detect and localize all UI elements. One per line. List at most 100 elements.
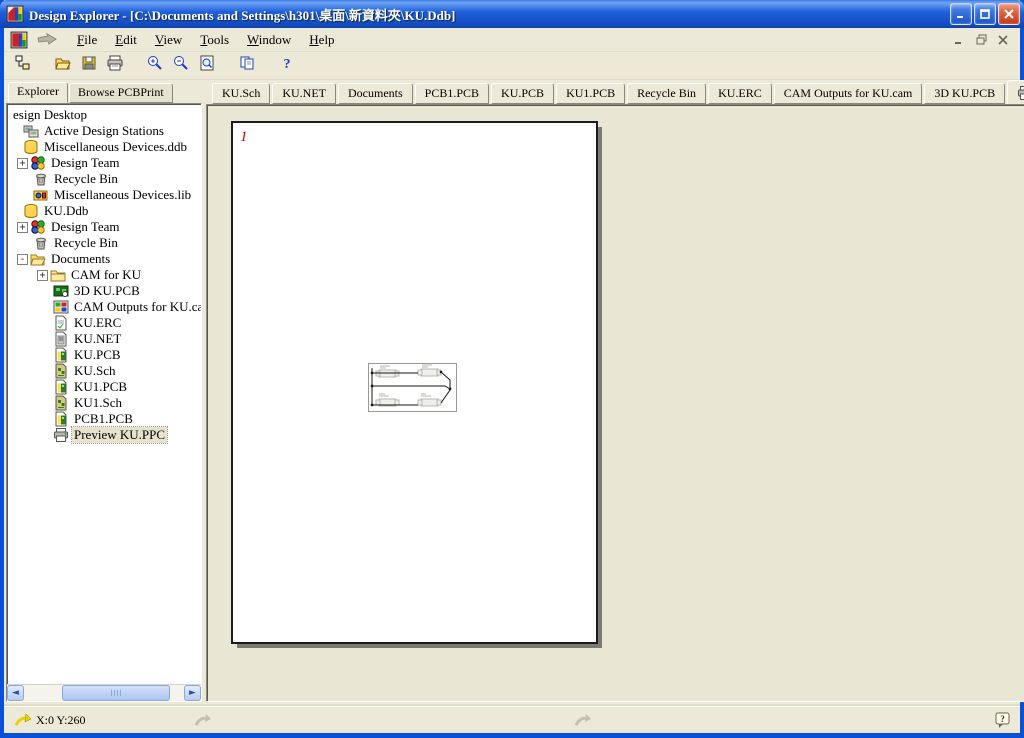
tree-item-ku-pcb[interactable]: KU.PCB <box>7 347 201 363</box>
mdi-close-button[interactable] <box>994 32 1012 48</box>
maximize-button[interactable] <box>974 3 996 25</box>
printer-icon <box>1017 85 1024 99</box>
tree-item-label: Design Team <box>49 219 122 235</box>
design-team-icon <box>30 219 46 235</box>
tree-item-recycle-bin[interactable]: Recycle Bin <box>7 171 201 187</box>
tree-item-label: Documents <box>49 251 112 267</box>
menu-item-edit[interactable]: Edit <box>106 30 146 50</box>
document-tab-ku-sch[interactable]: KU.Sch <box>212 83 270 104</box>
minimize-button[interactable] <box>950 3 972 25</box>
tree-item-3d-ku-pcb[interactable]: 3D KU.PCB <box>7 283 201 299</box>
tree-item-cam-outputs-for-ku-cam[interactable]: CAM Outputs for KU.cam <box>7 299 201 315</box>
menu-item-tools[interactable]: Tools <box>191 30 238 50</box>
expand-icon[interactable]: + <box>17 158 28 169</box>
scrollbar-thumb[interactable] <box>62 685 170 701</box>
mdi-window-controls <box>950 32 1016 48</box>
open-document-icon <box>55 55 71 76</box>
main-content: ExplorerBrowse PCBPrint esign DesktopAct… <box>4 80 1020 704</box>
design-team-icon <box>30 155 46 171</box>
folder-closed-icon <box>50 267 66 283</box>
tree-item-ku-ddb[interactable]: KU.Ddb <box>7 203 201 219</box>
document-tab-pcb1-pcb[interactable]: PCB1.PCB <box>415 83 489 104</box>
scroll-left-button[interactable]: ◄ <box>7 685 24 701</box>
tree-item-label: esign Desktop <box>11 107 89 123</box>
panels-toggle-button[interactable] <box>10 54 36 78</box>
tree-item-ku-net[interactable]: KU.NET <box>7 331 201 347</box>
mdi-restore-button[interactable] <box>972 32 990 48</box>
recycle-bin-icon <box>33 235 49 251</box>
document-tab-3d-ku-pcb[interactable]: 3D KU.PCB <box>924 83 1005 104</box>
close-button[interactable] <box>998 3 1020 25</box>
document-tab-label: KU.Sch <box>222 86 260 101</box>
tree-horizontal-scrollbar[interactable]: ◄ ► <box>7 684 201 701</box>
design-tree: esign DesktopActive Design StationsMisce… <box>7 104 201 684</box>
tree-item-documents[interactable]: - Documents <box>7 251 201 267</box>
document-tab-documents[interactable]: Documents <box>338 83 413 104</box>
zoom-in-button[interactable] <box>142 54 168 78</box>
printer-icon <box>53 427 69 443</box>
print-button[interactable] <box>102 54 128 78</box>
zoom-out-button[interactable] <box>168 54 194 78</box>
panel-tab-explorer[interactable]: Explorer <box>8 82 68 103</box>
open-document-button[interactable] <box>50 54 76 78</box>
menu-item-file[interactable]: File <box>68 30 106 50</box>
tree-item-active-design-stations[interactable]: Active Design Stations <box>7 123 201 139</box>
document-tab-ku1-pcb[interactable]: KU1.PCB <box>556 83 625 104</box>
tree-item-preview-ku-ppc[interactable]: Preview KU.PPC <box>7 427 201 443</box>
expand-icon[interactable]: + <box>17 222 28 233</box>
help-icon: ? <box>279 55 295 76</box>
scrollbar-track[interactable] <box>24 685 184 701</box>
document-tab-preview-ku-ppc[interactable]: Preview KU.PPC <box>1007 80 1024 104</box>
explorer-panel-tabs: ExplorerBrowse PCBPrint <box>6 82 202 103</box>
zoom-document-button[interactable] <box>194 54 220 78</box>
tree-item-label: KU.Sch <box>72 363 118 379</box>
menu-item-help[interactable]: Help <box>300 30 343 50</box>
menu-logo-icon[interactable] <box>10 31 28 49</box>
document-tab-ku-pcb[interactable]: KU.PCB <box>491 83 554 104</box>
document-tab-ku-erc[interactable]: KU.ERC <box>708 83 772 104</box>
tree-item-cam-for-ku[interactable]: +CAM for KU <box>7 267 201 283</box>
print-preview-area[interactable]: 1 <box>206 104 1024 702</box>
tree-item-label: KU1.PCB <box>72 379 129 395</box>
document-arrow-icon[interactable] <box>34 31 60 49</box>
library-icon <box>33 187 49 203</box>
tree-item-miscellaneous-devices-ddb[interactable]: Miscellaneous Devices.ddb <box>7 139 201 155</box>
pcb-document-icon <box>53 379 69 395</box>
status-arrow-gray-icon <box>574 713 592 727</box>
status-bar: X:0 Y:260 ? <box>4 706 1020 733</box>
tree-item-ku1-sch[interactable]: KU1.Sch <box>7 395 201 411</box>
tree-item-ku-erc[interactable]: KU.ERC <box>7 315 201 331</box>
tree-item-pcb1-pcb[interactable]: PCB1.PCB <box>7 411 201 427</box>
design-tree-box: esign DesktopActive Design StationsMisce… <box>6 103 202 702</box>
document-tab-ku-net[interactable]: KU.NET <box>272 83 336 104</box>
database-icon <box>23 139 39 155</box>
menu-item-view[interactable]: View <box>146 30 191 50</box>
tree-item-miscellaneous-devices-lib[interactable]: Miscellaneous Devices.lib <box>7 187 201 203</box>
tree-item-design-team[interactable]: + Design Team <box>7 155 201 171</box>
mdi-minimize-button[interactable] <box>950 32 968 48</box>
design-stations-icon <box>23 123 39 139</box>
save-document-icon <box>81 55 97 76</box>
tree-item-ku1-pcb[interactable]: KU1.PCB <box>7 379 201 395</box>
collapse-icon[interactable]: - <box>17 254 28 265</box>
tree-item-design-team[interactable]: + Design Team <box>7 219 201 235</box>
help-balloon-icon[interactable]: ? <box>995 712 1010 729</box>
tree-item-ku-sch[interactable]: KU.Sch <box>7 363 201 379</box>
help-button[interactable]: ? <box>274 54 300 78</box>
tree-item-label: Design Team <box>49 155 122 171</box>
preview-page: 1 <box>231 121 598 644</box>
panels-toggle-icon <box>15 55 31 76</box>
expand-icon[interactable]: + <box>37 270 48 281</box>
tree-item-recycle-bin[interactable]: Recycle Bin <box>7 235 201 251</box>
document-tab-cam-outputs-for-ku-cam[interactable]: CAM Outputs for KU.cam <box>774 83 923 104</box>
document-tab-label: PCB1.PCB <box>425 86 479 101</box>
tree-item-esign-desktop[interactable]: esign Desktop <box>7 107 201 123</box>
save-document-button[interactable] <box>76 54 102 78</box>
scroll-right-button[interactable]: ► <box>184 685 201 701</box>
menu-item-window[interactable]: Window <box>238 30 300 50</box>
document-tab-recycle-bin[interactable]: Recycle Bin <box>627 83 706 104</box>
erc-document-icon <box>53 315 69 331</box>
panel-tab-browse-pcbprint[interactable]: Browse PCBPrint <box>69 83 173 103</box>
copy-button[interactable] <box>234 54 260 78</box>
document-tab-label: Documents <box>348 86 403 101</box>
